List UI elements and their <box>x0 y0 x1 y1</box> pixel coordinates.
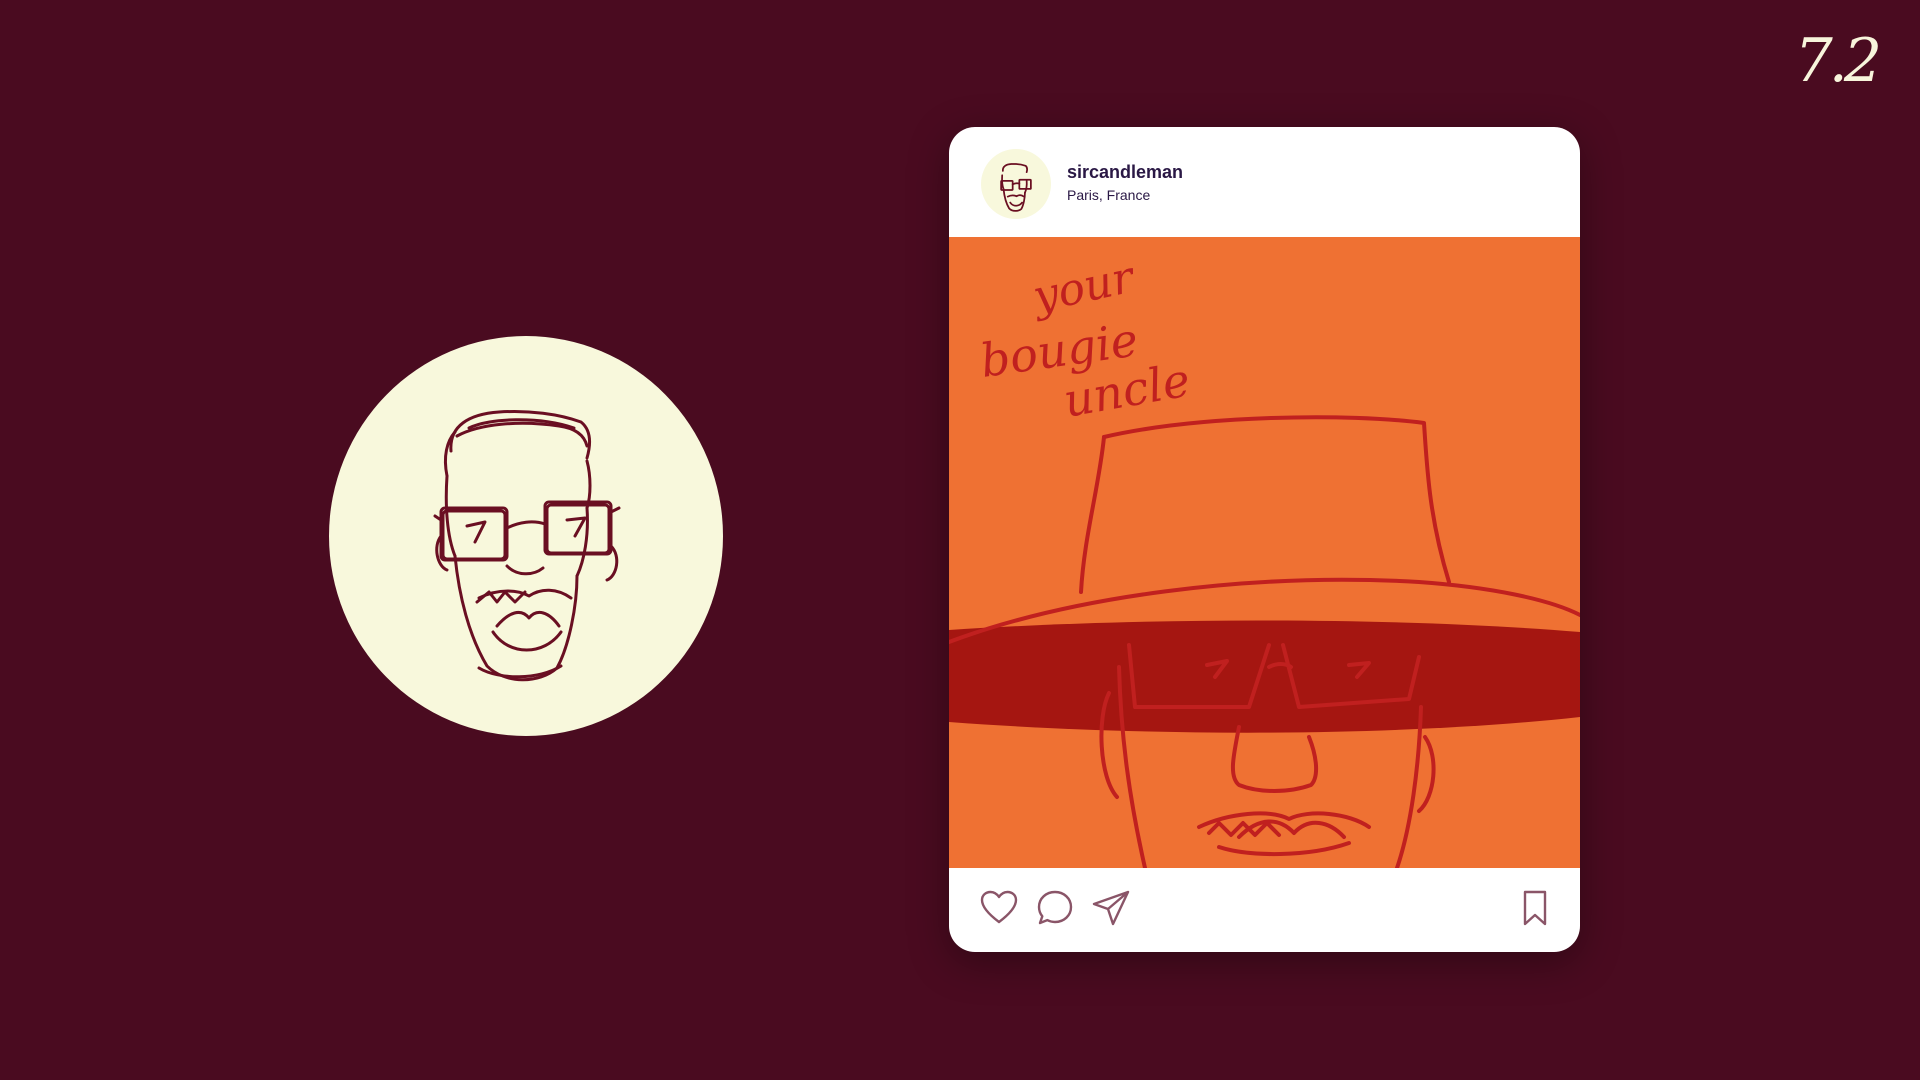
avatar-face-sketch <box>1000 163 1032 212</box>
hat-man-illustration: your bougie uncle <box>949 251 1580 868</box>
post-header: sircandleman Paris, France <box>949 127 1580 237</box>
location[interactable]: Paris, France <box>1067 187 1150 203</box>
comment-bubble-icon <box>1037 890 1073 925</box>
post-actions <box>949 868 1580 952</box>
heart-icon <box>980 890 1018 924</box>
bookmark-icon <box>1523 890 1547 926</box>
share-button[interactable] <box>1091 888 1131 928</box>
comment-button[interactable] <box>1035 888 1075 928</box>
post-image[interactable]: your bougie uncle <box>949 237 1580 868</box>
social-post-card: sircandleman Paris, France your bougie u… <box>949 127 1580 952</box>
face-sketch-illustration <box>433 410 621 682</box>
save-button[interactable] <box>1515 888 1555 928</box>
avatar[interactable] <box>981 149 1051 219</box>
handwritten-your: your <box>1027 251 1141 323</box>
portrait-sketch <box>329 336 723 736</box>
paper-plane-icon <box>1092 890 1130 926</box>
username[interactable]: sircandleman <box>1067 162 1183 183</box>
slide-number: 7.2 <box>1794 26 1882 96</box>
like-button[interactable] <box>979 888 1019 928</box>
